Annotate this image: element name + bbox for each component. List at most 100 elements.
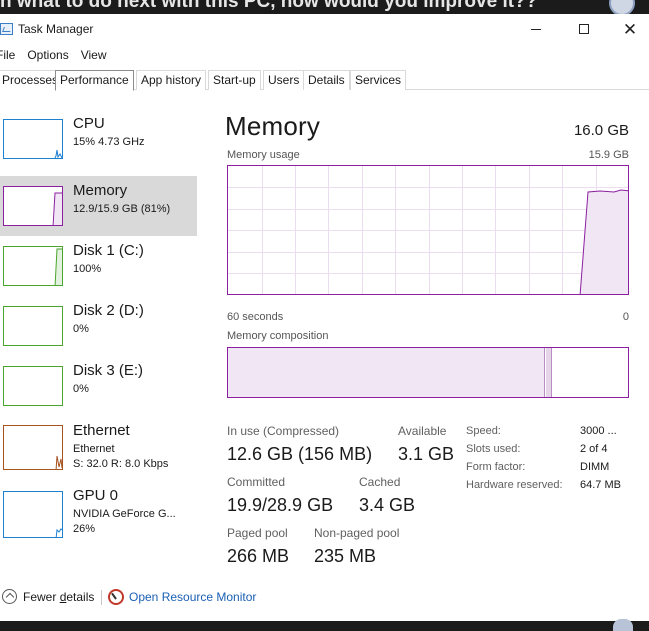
- cpu-mini-graph: [3, 119, 63, 159]
- minimize-button[interactable]: [513, 14, 559, 44]
- menu-options[interactable]: Options: [21, 45, 74, 65]
- sidebar-item-detail: 0%: [73, 383, 89, 395]
- form-factor-label: Form factor:: [466, 461, 526, 473]
- available-label: Available: [398, 424, 447, 438]
- sidebar-item-name: GPU 0: [73, 487, 119, 504]
- sidebar-item-detail: 100%: [73, 263, 102, 275]
- task-manager-window: Task Manager ✕ File Options View Process…: [0, 14, 649, 621]
- tab-processes[interactable]: Processes: [0, 70, 64, 90]
- time-axis-start: 60 seconds: [227, 311, 284, 323]
- form-factor-value: DIMM: [580, 461, 610, 473]
- tab-services[interactable]: Services: [350, 70, 407, 90]
- non-paged-pool-label: Non-paged pool: [314, 526, 400, 540]
- disk-2-mini-graph: [3, 306, 63, 346]
- paged-pool-label: Paged pool: [227, 526, 288, 540]
- sidebar-item-name: Ethernet: [73, 422, 130, 439]
- tab-start-up[interactable]: Start-up: [208, 70, 261, 90]
- sidebar-item-cpu[interactable]: CPU 15% 4.73 GHz: [0, 109, 197, 167]
- in-use-label: In use (Compressed): [227, 424, 340, 438]
- disk-3-mini-graph: [3, 366, 63, 406]
- maximize-icon: [579, 24, 589, 34]
- sidebar-item-detail-2: 26%: [73, 523, 96, 535]
- fewer-details-text-c: etails: [66, 590, 95, 604]
- committed-value: 19.9/28.9 GB: [227, 495, 334, 515]
- committed-label: Committed: [227, 475, 286, 489]
- hardware-reserved-value: 64.7 MB: [580, 479, 621, 491]
- cached-value: 3.4 GB: [359, 495, 416, 515]
- menu-view-label: View: [80, 48, 107, 62]
- sidebar-item-name: Disk 1 (C:): [73, 242, 144, 259]
- tab-app-history[interactable]: App history: [136, 70, 207, 90]
- menu-file[interactable]: File: [0, 45, 21, 65]
- sidebar-item-detail-2: S: 32.0 R: 8.0 Kbps: [73, 458, 169, 470]
- background-avatar-icon: [613, 619, 633, 631]
- memory-usage-graph: [227, 165, 629, 295]
- close-button[interactable]: ✕: [607, 14, 649, 44]
- memory-mini-graph: [3, 186, 63, 226]
- menu-options-label: Options: [27, 48, 69, 62]
- sidebar-item-disk-2[interactable]: Disk 2 (D:) 0%: [0, 296, 197, 356]
- memory-detail-panel: Memory 16.0 GB Memory usage 15.9 GB 60 s…: [204, 91, 649, 566]
- close-icon: ✕: [622, 19, 638, 39]
- window-title: Task Manager: [18, 22, 94, 36]
- gpu-mini-graph: [3, 491, 63, 538]
- total-memory: 16.0 GB: [573, 122, 629, 139]
- tab-performance[interactable]: Performance: [55, 70, 134, 91]
- tab-details[interactable]: Details: [303, 70, 350, 90]
- slots-used-value: 2 of 4: [580, 443, 608, 455]
- chevron-up-icon[interactable]: [2, 589, 17, 604]
- tab-strip: Processes Performance App history Start-…: [0, 70, 649, 91]
- composition-free[interactable]: [553, 348, 628, 397]
- footer-divider: [101, 590, 102, 605]
- memory-usage-max: 15.9 GB: [588, 149, 629, 161]
- sidebar-item-detail: 12.9/15.9 GB (81%): [73, 203, 171, 215]
- memory-composition-bar[interactable]: [227, 347, 629, 398]
- hardware-reserved-label: Hardware reserved:: [466, 479, 563, 491]
- minimize-icon: [531, 28, 541, 30]
- slots-used-label: Slots used:: [466, 443, 521, 455]
- composition-modified[interactable]: [546, 348, 552, 397]
- speed-label: Speed:: [466, 425, 501, 437]
- background-window-strip: n what to do next with this PC, how woul…: [0, 0, 649, 14]
- open-resource-monitor-link[interactable]: Open Resource Monitor: [129, 590, 256, 604]
- available-value: 3.1 GB: [398, 444, 455, 464]
- sidebar-item-detail: Ethernet: [73, 443, 115, 455]
- cached-label: Cached: [359, 475, 401, 489]
- menu-view[interactable]: View: [75, 45, 113, 65]
- sidebar-item-disk-3[interactable]: Disk 3 (E:) 0%: [0, 356, 197, 416]
- sidebar-item-gpu-0[interactable]: GPU 0 NVIDIA GeForce G... 26%: [0, 481, 197, 543]
- maximize-button[interactable]: [561, 14, 607, 44]
- speed-value: 3000 ...: [580, 425, 617, 437]
- resource-sidebar: CPU 15% 4.73 GHz Memory 12.9/15.9 GB (81…: [0, 91, 198, 551]
- task-manager-app-icon: [0, 23, 13, 35]
- time-axis-end: 0: [622, 311, 629, 323]
- fewer-details-text-a: Fewer: [23, 590, 60, 604]
- resource-monitor-icon[interactable]: [108, 589, 124, 605]
- memory-composition-label: Memory composition: [227, 330, 329, 342]
- page-title: Memory: [225, 111, 321, 141]
- tab-users[interactable]: Users: [263, 70, 305, 90]
- non-paged-pool-value: 235 MB: [314, 546, 377, 566]
- composition-in-use[interactable]: [228, 348, 545, 397]
- in-use-value: 12.6 GB (156 MB): [227, 444, 373, 464]
- disk-1-mini-graph: [3, 246, 63, 286]
- sidebar-item-ethernet[interactable]: Ethernet Ethernet S: 32.0 R: 8.0 Kbps: [0, 416, 197, 478]
- memory-usage-label: Memory usage: [227, 149, 300, 161]
- sidebar-item-disk-1[interactable]: Disk 1 (C:) 100%: [0, 236, 197, 296]
- fewer-details-button[interactable]: Fewer details: [23, 590, 94, 604]
- title-bar: Task Manager ✕: [0, 14, 649, 44]
- sidebar-item-name: Disk 3 (E:): [73, 362, 144, 379]
- footer-bar: Fewer details Open Resource Monitor: [0, 586, 649, 610]
- background-text: n what to do next with this PC, how woul…: [0, 0, 538, 12]
- menu-bar: File Options View: [0, 45, 113, 65]
- paged-pool-value: 266 MB: [227, 546, 290, 566]
- sidebar-item-detail: 15% 4.73 GHz: [73, 136, 145, 148]
- sidebar-item-name: Memory: [73, 182, 128, 199]
- sidebar-item-detail: NVIDIA GeForce G...: [73, 508, 176, 520]
- sidebar-item-name: Disk 2 (D:): [73, 302, 144, 319]
- background-avatar-icon: [609, 0, 635, 14]
- background-window-strip-bottom: [0, 619, 649, 631]
- menu-file-label: File: [0, 48, 16, 62]
- sidebar-item-name: CPU: [73, 115, 105, 132]
- sidebar-item-memory[interactable]: Memory 12.9/15.9 GB (81%): [0, 176, 197, 236]
